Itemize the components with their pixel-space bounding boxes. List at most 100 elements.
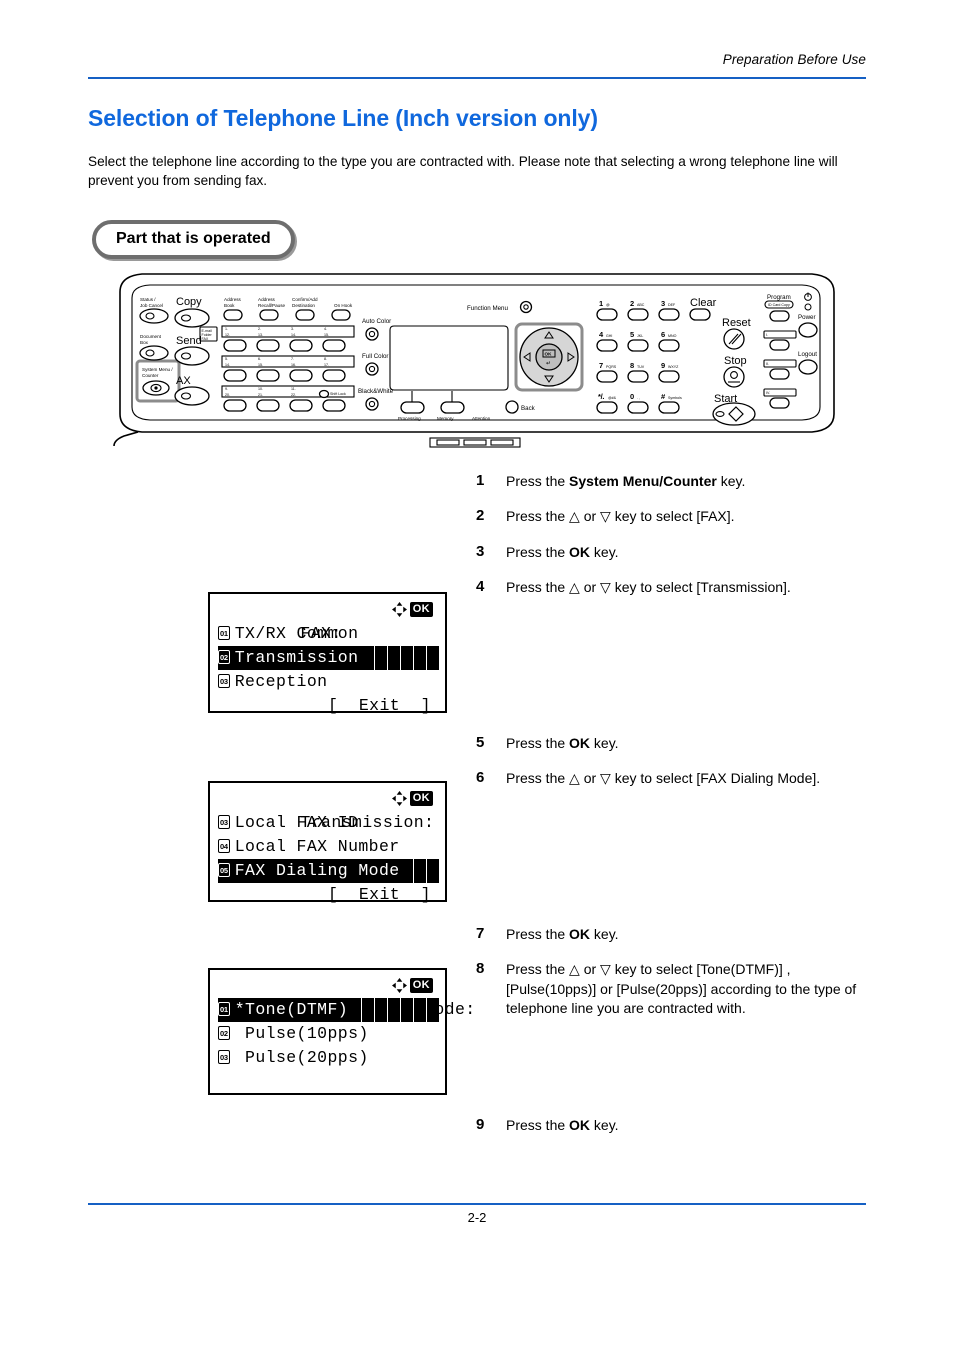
lcd-softkey-exit[interactable]: [ Exit ]: [218, 694, 439, 718]
svg-text:Counter: Counter: [142, 373, 159, 378]
svg-text:On Hook: On Hook: [334, 303, 353, 308]
lcd-softkey-exit[interactable]: [ Exit ]: [218, 883, 439, 907]
item-label: Transmission: [234, 648, 359, 667]
svg-text:3: 3: [661, 299, 665, 308]
manual-page: Preparation Before Use Selection of Tele…: [0, 0, 954, 1350]
item-number: 01: [218, 1002, 230, 1016]
running-head: Preparation Before Use: [722, 52, 866, 67]
nav-diamond-icon: [391, 791, 407, 806]
item-number: 03: [218, 674, 230, 688]
svg-text:Back: Back: [521, 405, 536, 412]
svg-text:IV.: IV.: [766, 391, 770, 395]
svg-text:8.: 8.: [324, 357, 327, 361]
svg-text:PQRS: PQRS: [606, 365, 617, 369]
svg-text:FAX: FAX: [202, 337, 209, 341]
footer-divider: [88, 1203, 866, 1205]
svg-text:Program: Program: [767, 294, 791, 301]
step-number: 1: [476, 472, 485, 489]
step-text: Press the △ or ▽ key to select [Transmis…: [506, 579, 791, 595]
svg-text:Memory: Memory: [437, 416, 454, 421]
svg-text:7.: 7.: [291, 357, 294, 361]
svg-text:Destination: Destination: [292, 303, 315, 308]
header-divider: [88, 77, 866, 79]
svg-text:14.: 14.: [225, 363, 230, 367]
item-label: FAX Dialing Mode: [234, 861, 400, 880]
step-text: Press the OK key.: [506, 1117, 619, 1133]
svg-text:4.: 4.: [324, 327, 327, 331]
svg-text:7: 7: [599, 361, 603, 370]
svg-text:Reset: Reset: [722, 317, 751, 329]
svg-text:#: #: [661, 392, 666, 401]
svg-text:3.: 3.: [291, 327, 294, 331]
lcd-item[interactable]: 04 Local FAX Number: [218, 835, 439, 859]
svg-text:Copy: Copy: [176, 296, 202, 308]
svg-text:14.: 14.: [291, 333, 296, 337]
svg-text:↵: ↵: [546, 360, 551, 367]
nav-diamond-icon: [391, 602, 407, 617]
lcd-screen-fax-menu: FAX: OK 01 TX/RX Common 02 Transmission 03…: [208, 592, 447, 715]
svg-text:MNO: MNO: [668, 334, 677, 338]
svg-text:15.: 15.: [258, 363, 263, 367]
svg-text:Confirm/Add: Confirm/Add: [292, 297, 318, 302]
svg-text:13.: 13.: [258, 333, 263, 337]
svg-text:Box: Box: [140, 340, 149, 345]
svg-text:ABC: ABC: [637, 303, 645, 307]
lcd-item[interactable]: 03 Reception: [218, 670, 439, 694]
step-text: Press the System Menu/Counter key.: [506, 473, 746, 489]
step-5: 5 Press the OK key.: [476, 734, 876, 754]
svg-text:JKL: JKL: [637, 334, 643, 338]
item-label: Reception: [234, 672, 328, 691]
step-3: 3 Press the OK key.: [476, 543, 876, 563]
svg-text:20.: 20.: [225, 393, 230, 397]
item-number: 01: [218, 626, 230, 640]
svg-text:1: 1: [599, 299, 603, 308]
svg-text:OK: OK: [545, 352, 553, 357]
item-label: Pulse(20pps): [234, 1048, 369, 1067]
svg-text:16.: 16.: [291, 363, 296, 367]
lcd-title-row: Transmission: OK: [218, 787, 439, 832]
svg-text:4: 4: [599, 330, 604, 339]
step-4: 4 Press the △ or ▽ key to select [Transm…: [476, 578, 876, 598]
svg-text:9: 9: [661, 361, 665, 370]
svg-text:Job Cancel: Job Cancel: [140, 303, 163, 308]
svg-text:AX: AX: [176, 375, 191, 387]
lcd-ok-indicator: OK: [391, 791, 433, 806]
item-number: 03: [218, 1050, 230, 1064]
lcd-title-row: FAX: OK: [218, 598, 439, 643]
item-label: TX/RX Common: [234, 624, 359, 643]
lcd-item[interactable]: 03 Local FAX ID: [218, 811, 439, 835]
svg-text:12.: 12.: [225, 333, 230, 337]
item-label: Local FAX ID: [234, 813, 359, 832]
svg-text:2: 2: [630, 299, 634, 308]
lcd-item-selected[interactable]: 02 Transmission: [218, 646, 439, 670]
svg-text:WXYZ: WXYZ: [668, 365, 679, 369]
step-number: 4: [476, 578, 485, 595]
step-number: 9: [476, 1116, 485, 1133]
lcd-item[interactable]: 03 Pulse(20pps): [218, 1046, 439, 1070]
svg-text:Attention: Attention: [472, 416, 491, 421]
lcd-ok-indicator: OK: [391, 978, 433, 993]
svg-text:I.: I.: [766, 333, 768, 337]
svg-text:1.: 1.: [225, 327, 228, 331]
item-number: 04: [218, 839, 230, 853]
item-number: 02: [218, 650, 230, 664]
svg-text:Status /: Status /: [140, 297, 156, 302]
lcd-screen-fax-dialing-mode: FAX Dialing Mode: OK 01 *Tone(DTMF) 02 Pu…: [208, 968, 475, 1095]
lcd-item[interactable]: 01 TX/RX Common: [218, 622, 439, 646]
step-number: 5: [476, 734, 485, 751]
step-text: Press the △ or ▽ key to select [FAX].: [506, 508, 735, 524]
lcd-item-selected[interactable]: 01 *Tone(DTMF): [218, 998, 439, 1022]
svg-text:11.: 11.: [291, 387, 296, 391]
svg-text:Document: Document: [140, 334, 162, 339]
svg-text:Address: Address: [224, 297, 242, 302]
part-that-is-operated-callout: Part that is operated: [92, 220, 295, 259]
svg-text:21.: 21.: [258, 393, 263, 397]
step-8: 8 Press the △ or ▽ key to select [Tone(D…: [476, 960, 876, 1019]
control-panel-illustration: .ol{fill:none;stroke:#000;stroke-width:1…: [112, 264, 852, 454]
lcd-item-selected[interactable]: 05 FAX Dialing Mode: [218, 859, 439, 883]
svg-text:0: 0: [630, 392, 634, 401]
lcd-item[interactable]: 02 Pulse(10pps): [218, 1022, 439, 1046]
item-number: 02: [218, 1026, 230, 1040]
svg-text:Power: Power: [798, 314, 816, 321]
lcd-screen-transmission-menu: Transmission: OK 03 Local FAX ID 04 Local …: [208, 781, 447, 904]
